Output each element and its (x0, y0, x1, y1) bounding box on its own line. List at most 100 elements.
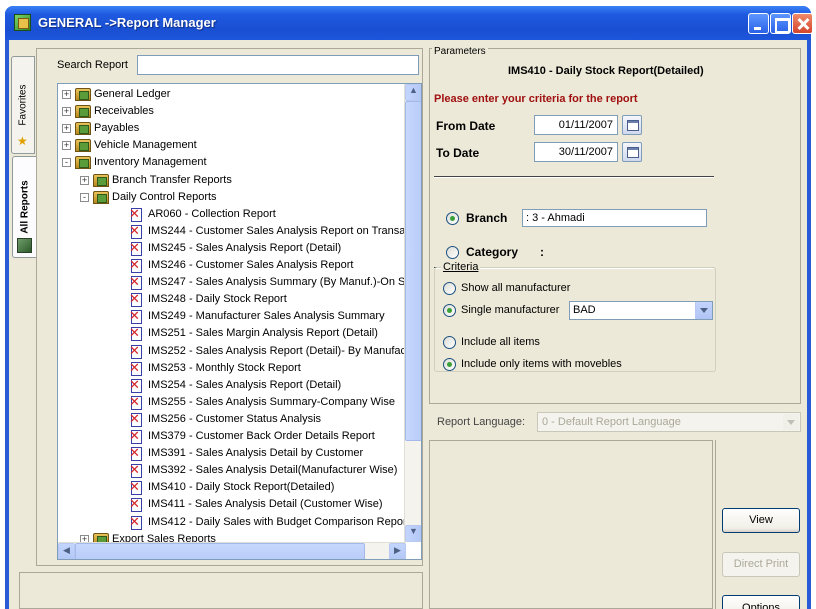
category-radio[interactable] (446, 246, 459, 259)
maximize-button[interactable] (770, 13, 791, 34)
report-doc-icon (129, 325, 144, 342)
vertical-tabs: Favorites ★ All Reports (11, 54, 36, 274)
tree-horizontal-scrollbar[interactable]: ◀ ▶ (58, 542, 406, 559)
preview-area (429, 440, 713, 609)
manufacturer-value: BAD (573, 304, 596, 316)
close-button[interactable] (792, 13, 813, 34)
report-doc-icon (129, 360, 144, 376)
collapse-icon[interactable]: - (62, 158, 71, 168)
single-manufacturer-radio[interactable] (443, 304, 456, 317)
from-date-calendar-icon[interactable] (622, 115, 642, 135)
expand-icon[interactable]: + (80, 175, 89, 185)
branch-label: Branch (466, 211, 508, 225)
report-icon (17, 238, 32, 253)
criteria-prompt: Please enter your criteria for the repor… (434, 93, 638, 105)
tree-item-label: IMS255 - Sales Analysis Summary-Company … (148, 395, 395, 408)
tab-favorites-label: Favorites (17, 84, 29, 126)
status-panel (19, 572, 423, 609)
report-doc-icon (129, 223, 144, 239)
category-colon: : (540, 245, 544, 259)
vertical-scroll-thumb[interactable] (405, 101, 421, 441)
selected-report-title: IMS410 - Daily Stock Report(Detailed) (508, 65, 704, 77)
report-doc-icon (129, 462, 144, 479)
tree-item-label: Receivables (94, 105, 154, 118)
collapse-icon[interactable]: - (80, 192, 89, 202)
manufacturer-select[interactable]: BAD (569, 301, 713, 320)
tree-item-label: IMS392 - Sales Analysis Detail(Manufactu… (148, 464, 398, 477)
client-area: Favorites ★ All Reports Search Report + G… (9, 40, 807, 609)
tree-item-label: Daily Control Reports (112, 190, 217, 203)
expand-icon[interactable]: + (62, 141, 71, 151)
tree-item-label: Vehicle Management (94, 139, 197, 152)
report-language-label: Report Language: (437, 416, 526, 428)
criteria-legend: Criteria (441, 261, 481, 273)
chevron-left-icon: ◀ (63, 545, 70, 555)
branch-radio[interactable] (446, 212, 459, 225)
chevron-down-icon[interactable] (695, 302, 712, 319)
tree-item-label: IMS248 - Daily Stock Report (148, 293, 287, 306)
scroll-left-button[interactable]: ◀ (58, 543, 75, 559)
tree-item-label: IMS256 - Customer Status Analysis (148, 412, 322, 425)
chevron-right-icon: ▶ (394, 545, 401, 555)
folder-icon (75, 139, 91, 153)
report-doc-icon (129, 394, 144, 410)
scroll-up-button[interactable]: ▲ (405, 84, 421, 101)
to-date-calendar-icon[interactable] (622, 142, 642, 162)
tree-item-label: IMS252 - Sales Analysis Report (Detail)-… (148, 344, 416, 357)
report-doc-icon (129, 428, 144, 444)
show-all-manufacturer-radio[interactable] (443, 282, 456, 295)
report-doc-icon (129, 206, 144, 222)
to-date-field[interactable]: 30/11/2007 (534, 142, 618, 162)
criteria-group: Criteria Show all manufacturer Single ma… (434, 261, 716, 372)
report-doc-icon (129, 377, 144, 393)
title-bar[interactable]: GENERAL ->Report Manager (5, 6, 813, 40)
tree-item-label: IMS251 - Sales Margin Analysis Report (D… (148, 327, 378, 340)
report-doc-icon (129, 308, 144, 325)
expand-icon[interactable]: + (62, 124, 71, 134)
scroll-right-button[interactable]: ▶ (389, 543, 406, 559)
tree-item-label: IMS379 - Customer Back Order Details Rep… (148, 430, 375, 442)
tree-item-label: General Ledger (94, 88, 171, 100)
horizontal-scroll-thumb[interactable] (75, 543, 365, 559)
options-button[interactable]: Options (722, 595, 800, 609)
minimize-button[interactable] (748, 13, 769, 34)
tab-all-reports[interactable]: All Reports (12, 156, 36, 258)
expand-icon[interactable]: + (62, 90, 71, 99)
branch-field[interactable]: : 3 - Ahmadi (522, 209, 707, 227)
folder-icon (75, 88, 91, 101)
app-icon (14, 14, 31, 31)
report-doc-icon (129, 257, 144, 273)
tree-item-label: Payables (94, 122, 140, 135)
tab-favorites[interactable]: Favorites ★ (11, 56, 35, 154)
tree-item-label: IMS411 - Sales Analysis Detail (Customer… (148, 498, 383, 511)
include-all-items-radio[interactable] (443, 336, 456, 349)
tree-item-label: Inventory Management (94, 156, 207, 169)
search-label: Search Report (57, 59, 128, 71)
report-doc-icon (129, 496, 144, 513)
category-label: Category (466, 245, 519, 259)
from-date-label: From Date (436, 119, 496, 133)
expand-icon[interactable]: + (62, 107, 71, 117)
tree-item-label: IMS254 - Sales Analysis Report (Detail) (148, 378, 342, 391)
chevron-down-icon: ▼ (409, 526, 418, 536)
report-tree[interactable]: + General Ledger + Receivables + Payables + Veh… (57, 83, 422, 560)
show-all-manufacturer-label: Show all manufacturer (461, 282, 571, 294)
report-language-value: 0 - Default Report Language (542, 416, 681, 428)
tree-item-label: Branch Transfer Reports (112, 173, 232, 186)
chevron-up-icon: ▲ (409, 85, 418, 95)
report-language-row: Report Language: 0 - Default Report Lang… (429, 408, 801, 438)
include-movables-radio[interactable] (443, 358, 456, 371)
view-button[interactable]: View (722, 508, 800, 533)
report-doc-icon (129, 479, 144, 496)
tree-item-label: IMS247 - Sales Analysis Summary (By Manu… (148, 276, 414, 289)
from-date-field[interactable]: 01/11/2007 (534, 115, 618, 135)
tree-vertical-scrollbar[interactable]: ▲ ▼ (404, 84, 421, 542)
scroll-down-button[interactable]: ▼ (405, 525, 421, 542)
tree-item-label: IMS253 - Monthly Stock Report (148, 361, 301, 374)
report-doc-icon (129, 240, 144, 256)
report-manager-window: GENERAL ->Report Manager Favorites ★ All… (5, 6, 813, 609)
report-doc-icon (129, 291, 144, 308)
tree-item-label: IMS249 - Manufacturer Sales Analysis Sum… (148, 310, 385, 323)
report-doc-icon (129, 274, 144, 291)
search-input[interactable] (137, 55, 419, 75)
